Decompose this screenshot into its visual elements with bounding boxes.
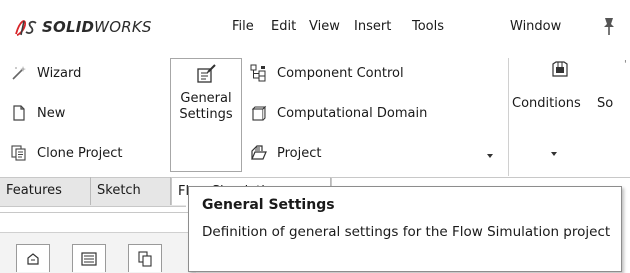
wand-icon xyxy=(12,66,26,80)
project-icon xyxy=(251,145,267,160)
new-button[interactable]: New xyxy=(10,104,65,122)
general-settings-label: General Settings xyxy=(179,91,233,122)
ds-logo-icon xyxy=(15,20,37,36)
menu-edit[interactable]: Edit xyxy=(271,19,296,34)
general-settings-button[interactable]: General Settings xyxy=(170,58,242,172)
panel-divider xyxy=(0,212,196,213)
feature-manager-tab[interactable] xyxy=(16,244,50,272)
conditions-dropdown-arrow-icon[interactable] xyxy=(551,152,557,156)
ribbon-separator xyxy=(508,58,509,176)
wizard-button[interactable]: Wizard xyxy=(10,64,81,82)
conditions-icon[interactable] xyxy=(551,60,569,78)
menu-window[interactable]: Window xyxy=(510,19,561,34)
property-list-icon xyxy=(81,251,97,266)
project-button[interactable]: Project xyxy=(250,144,321,162)
menu-view[interactable]: View xyxy=(309,19,340,34)
project-dropdown-arrow-icon[interactable] xyxy=(487,154,493,158)
configuration-icon xyxy=(138,250,152,267)
general-settings-tooltip: General Settings Definition of general s… xyxy=(188,186,622,272)
pin-icon[interactable] xyxy=(600,15,618,37)
clone-project-label: Clone Project xyxy=(37,145,123,161)
new-document-icon xyxy=(13,105,25,121)
component-control-icon xyxy=(250,64,266,82)
clone-project-button[interactable]: Clone Project xyxy=(10,144,123,162)
component-control-label: Component Control xyxy=(277,65,404,81)
wizard-label: Wizard xyxy=(37,65,82,81)
new-label: New xyxy=(37,105,66,121)
tooltip-title: General Settings xyxy=(202,197,335,213)
menu-bar: SOLIDWORKS File Edit View Insert Tools W… xyxy=(0,0,630,52)
truncated-icon-mark: ' xyxy=(624,59,627,70)
configuration-manager-tab[interactable] xyxy=(128,244,162,272)
computational-domain-icon xyxy=(251,105,267,121)
component-control-button[interactable]: Component Control xyxy=(250,64,404,82)
menu-tools[interactable]: Tools xyxy=(412,19,444,34)
brand-name: SOLIDWORKS xyxy=(42,18,152,36)
truncated-ribbon-label[interactable]: So xyxy=(597,96,630,111)
general-settings-icon xyxy=(197,64,216,83)
menu-file[interactable]: File xyxy=(232,19,254,34)
computational-domain-button[interactable]: Computational Domain xyxy=(250,104,427,122)
tab-sketch[interactable]: Sketch xyxy=(91,177,171,205)
tooltip-body: Definition of general settings for the F… xyxy=(202,224,611,240)
feature-tree-icon xyxy=(27,252,39,265)
property-manager-tab[interactable] xyxy=(72,244,106,272)
tab-features[interactable]: Features xyxy=(0,177,91,205)
menu-insert[interactable]: Insert xyxy=(354,19,391,34)
project-label: Project xyxy=(277,145,322,161)
computational-domain-label: Computational Domain xyxy=(277,105,428,121)
solidworks-logo[interactable]: SOLIDWORKS xyxy=(14,14,152,40)
clone-project-icon xyxy=(11,145,26,161)
conditions-label[interactable]: Conditions xyxy=(512,96,581,111)
